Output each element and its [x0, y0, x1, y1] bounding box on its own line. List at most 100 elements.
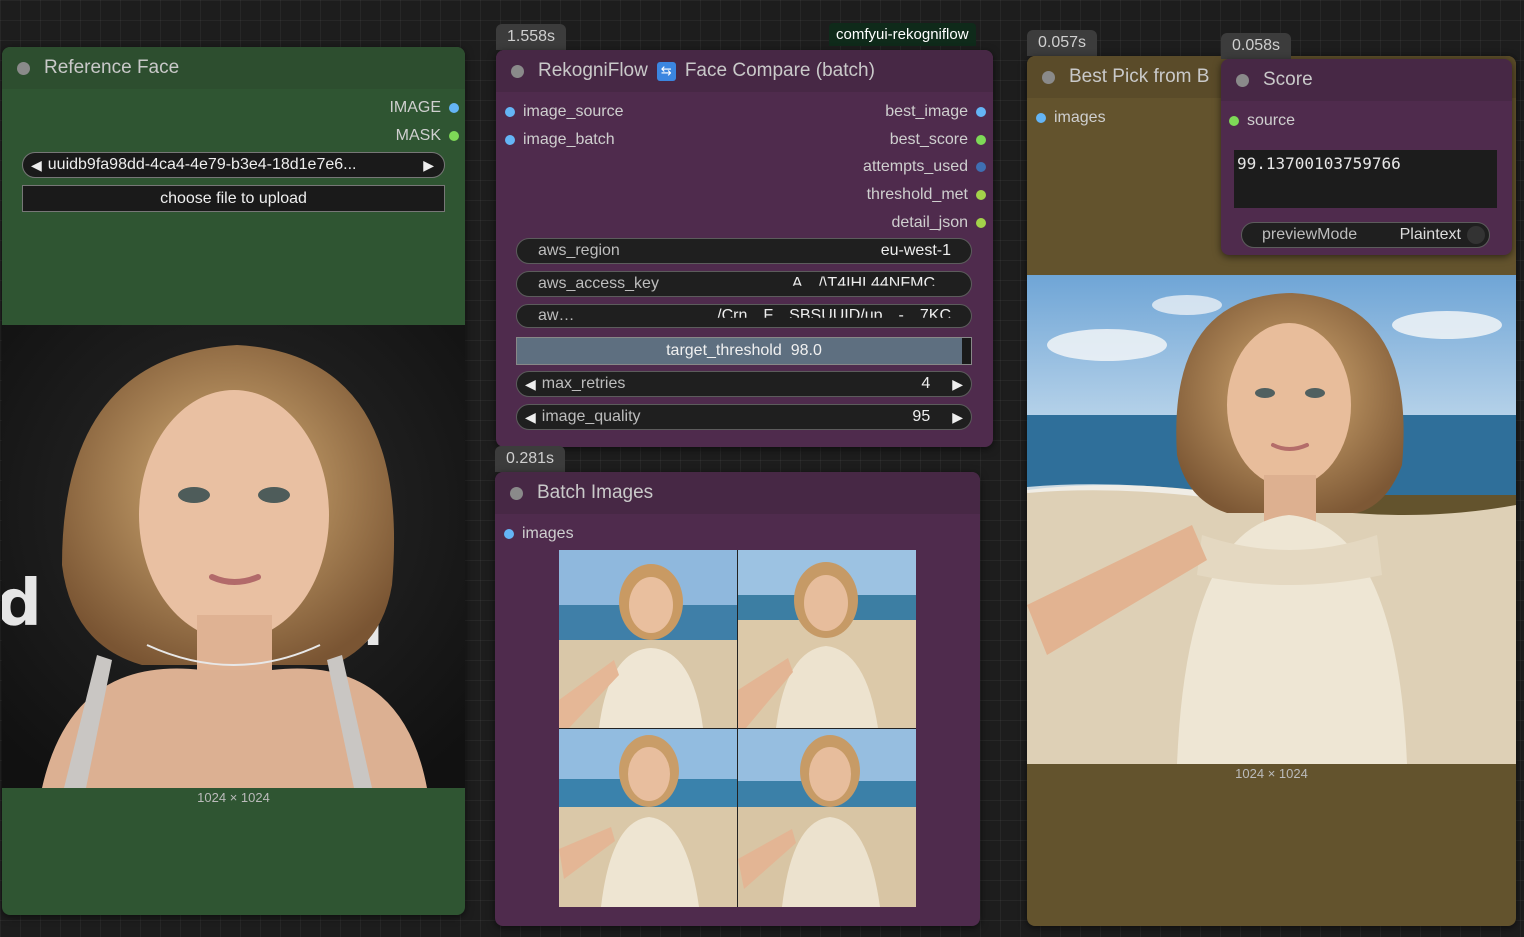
aws-access-key-field[interactable]: aws_access_key A…/\T4IHL44NFMC…: [516, 271, 972, 297]
batch-thumbnail[interactable]: [738, 550, 916, 728]
beach-selfie-placeholder: [738, 729, 916, 907]
output-dot-icon[interactable]: [449, 131, 459, 141]
upload-button[interactable]: choose file to upload: [22, 185, 445, 212]
collapse-dot-icon[interactable]: [510, 486, 523, 500]
target-threshold-slider[interactable]: target_threshold 98.0: [516, 337, 972, 365]
toggle-knob-icon[interactable]: [1467, 226, 1485, 244]
decrement-arrow-icon[interactable]: ◀: [525, 376, 536, 393]
widget-value: 4: [921, 375, 931, 392]
output-detail-json-slot[interactable]: detail_json: [892, 214, 986, 232]
output-image-slot[interactable]: IMAGE: [389, 99, 459, 117]
batch-grid: [559, 550, 916, 907]
face-compare-title-bar[interactable]: RekogniFlow ⇆ Face Compare (batch): [496, 50, 993, 92]
aws-region-field[interactable]: aws_region eu-west-1: [516, 238, 972, 264]
input-dot-icon[interactable]: [504, 529, 514, 539]
widget-label: aw…: [538, 307, 575, 324]
beach-selfie-placeholder: [559, 550, 737, 728]
widget-value: 98.0: [790, 342, 822, 359]
reference-face-node[interactable]: Reference Face IMAGE MASK ◀ uuidb9fa98dd…: [2, 47, 465, 915]
collapse-dot-icon[interactable]: [1042, 70, 1055, 84]
beach-selfie-placeholder: [738, 550, 916, 728]
output-label: best_score: [889, 131, 968, 148]
node-title: Best Pick from B: [1069, 66, 1210, 87]
batch-images-timing: 0.281s: [495, 446, 566, 472]
output-dot-icon[interactable]: [976, 218, 986, 228]
collapse-dot-icon[interactable]: [511, 64, 524, 78]
image-size-label: 1024 × 1024: [1235, 766, 1308, 781]
reference-image-preview: d ad: [2, 325, 465, 788]
node-title-suffix: Face Compare (batch): [684, 60, 875, 81]
score-timing: 0.058s: [1221, 33, 1292, 59]
input-dot-icon[interactable]: [505, 135, 515, 145]
output-label: IMAGE: [389, 99, 441, 116]
input-images-slot[interactable]: images: [504, 525, 574, 543]
output-label: attempts_used: [863, 158, 968, 175]
widget-value: ……/Crn…F…SBSUUID/up…-…7KC: [685, 307, 951, 324]
aws-secret-field[interactable]: aw… ……/Crn…F…SBSUUID/up…-…7KC: [516, 304, 972, 328]
prev-arrow-icon[interactable]: ◀: [31, 157, 42, 174]
image-size-label: 1024 × 1024: [197, 790, 270, 805]
output-best-score-slot[interactable]: best_score: [890, 131, 986, 149]
widget-label: target_threshold: [666, 342, 782, 359]
score-value-textarea[interactable]: 99.13700103759766: [1234, 150, 1497, 208]
increment-arrow-icon[interactable]: ▶: [952, 376, 963, 393]
canvas-badge: comfyui-rekogniflow: [829, 23, 976, 46]
collapse-dot-icon[interactable]: [17, 61, 30, 75]
widget-label: image_quality: [541, 408, 641, 425]
beach-selfie-placeholder: [1027, 275, 1516, 764]
batch-thumbnail[interactable]: [559, 729, 737, 907]
input-label: images: [522, 525, 574, 542]
widget-label: aws_region: [538, 242, 620, 259]
face-compare-node[interactable]: RekogniFlow ⇆ Face Compare (batch) image…: [496, 50, 993, 447]
batch-thumbnail[interactable]: [738, 729, 916, 907]
collapse-dot-icon[interactable]: [1236, 73, 1249, 87]
image-quality-field[interactable]: ◀ image_quality 95 ▶: [516, 404, 972, 430]
input-image-source-slot[interactable]: image_source: [505, 103, 624, 121]
svg-text:d: d: [2, 567, 42, 641]
max-retries-field[interactable]: ◀ max_retries 4 ▶: [516, 371, 972, 397]
upload-label: choose file to upload: [160, 189, 307, 207]
output-threshold-met-slot[interactable]: threshold_met: [867, 186, 986, 204]
output-attempts-used-slot[interactable]: attempts_used: [863, 158, 986, 176]
output-label: best_image: [885, 103, 968, 120]
best-pick-timing: 0.057s: [1027, 30, 1098, 56]
output-dot-icon[interactable]: [976, 190, 986, 200]
widget-value: Plaintext: [1399, 226, 1461, 243]
input-label: images: [1054, 109, 1106, 126]
output-dot-icon[interactable]: [976, 107, 986, 117]
slider-handle[interactable]: [962, 338, 971, 364]
beach-selfie-placeholder: [559, 729, 737, 907]
input-dot-icon[interactable]: [1036, 113, 1046, 123]
next-arrow-icon[interactable]: ▶: [423, 157, 434, 174]
output-dot-icon[interactable]: [976, 162, 986, 172]
input-source-slot[interactable]: source: [1229, 112, 1295, 130]
widget-label: previewMode: [1262, 226, 1358, 243]
increment-arrow-icon[interactable]: ▶: [952, 409, 963, 426]
score-value: 99.13700103759766: [1237, 154, 1401, 173]
input-label: image_batch: [523, 131, 615, 148]
batch-thumbnail[interactable]: [559, 550, 737, 728]
input-dot-icon[interactable]: [1229, 116, 1239, 126]
widget-value: eu-west-1: [880, 242, 951, 259]
refresh-icon: ⇆: [656, 61, 676, 81]
input-image-batch-slot[interactable]: image_batch: [505, 131, 615, 149]
preview-mode-combo[interactable]: previewMode Plaintext: [1241, 222, 1490, 248]
output-mask-slot[interactable]: MASK: [396, 127, 459, 145]
batch-images-title-bar[interactable]: Batch Images: [495, 472, 980, 514]
input-dot-icon[interactable]: [505, 107, 515, 117]
output-dot-icon[interactable]: [449, 103, 459, 113]
best-pick-image-preview: [1027, 275, 1516, 764]
portrait-placeholder: d ad: [2, 325, 465, 788]
output-best-image-slot[interactable]: best_image: [885, 103, 986, 121]
score-title-bar[interactable]: Score: [1221, 59, 1512, 101]
output-label: threshold_met: [866, 186, 968, 203]
image-file-combo[interactable]: ◀ uuidb9fa98dd-4ca4-4e79-b3e4-18d1e7e6..…: [22, 152, 445, 178]
node-title: Score: [1263, 69, 1313, 90]
input-images-slot[interactable]: images: [1036, 109, 1106, 127]
batch-images-node[interactable]: Batch Images images: [495, 472, 980, 926]
decrement-arrow-icon[interactable]: ◀: [525, 409, 536, 426]
output-dot-icon[interactable]: [976, 135, 986, 145]
reference-face-title-bar[interactable]: Reference Face: [2, 47, 465, 89]
node-title-main: RekogniFlow: [538, 60, 648, 81]
score-node[interactable]: Score source 99.13700103759766 previewMo…: [1221, 59, 1512, 255]
